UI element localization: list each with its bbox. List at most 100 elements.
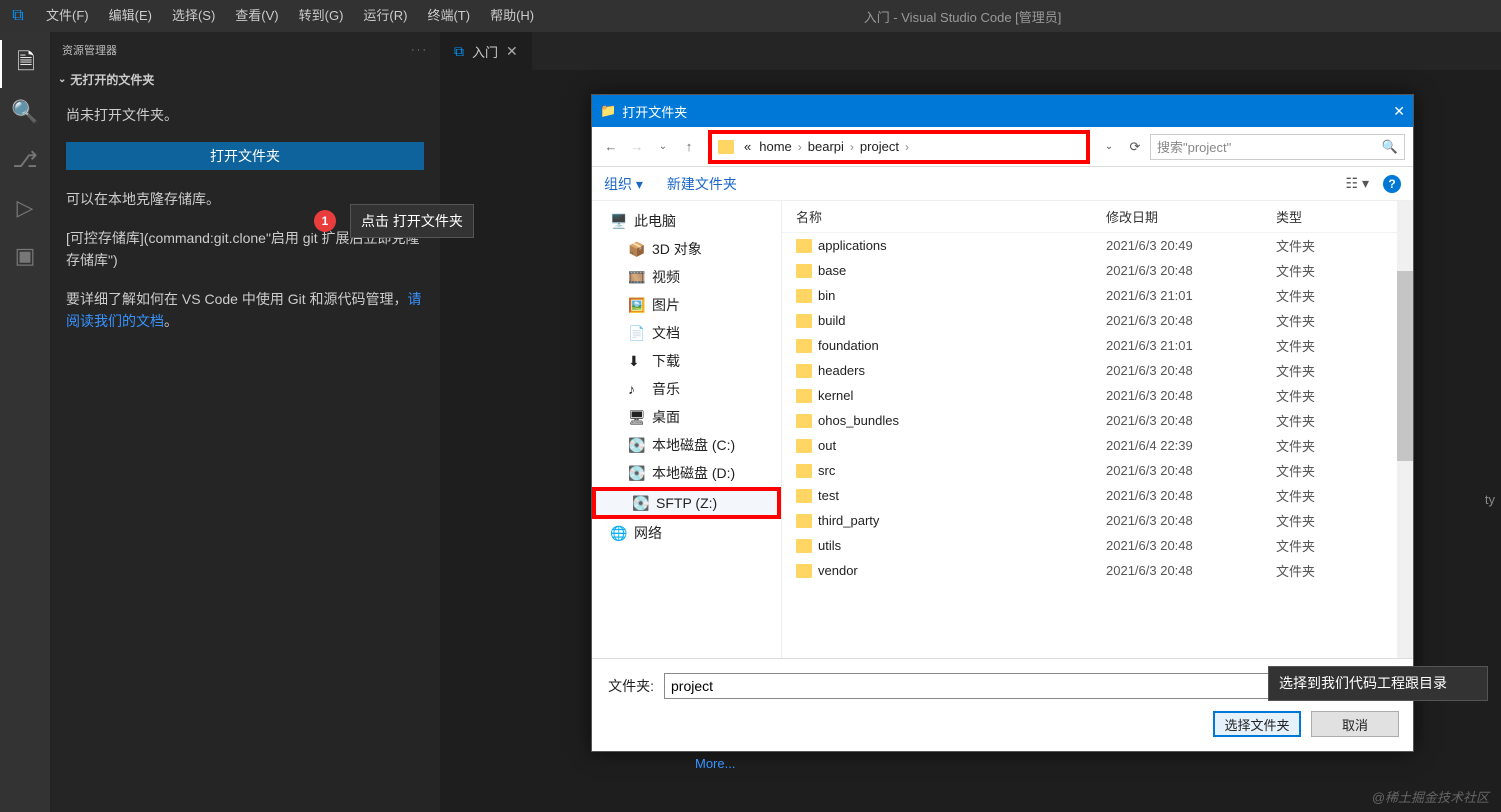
view-mode-icon[interactable]: ☷ ▾ bbox=[1346, 175, 1369, 192]
tree-item[interactable]: 🖥️ 此电脑 bbox=[592, 207, 781, 235]
tree-item-icon: 🖥️ bbox=[610, 213, 628, 229]
tree-item[interactable]: 💽本地磁盘 (C:) bbox=[592, 431, 781, 459]
file-date: 2021/6/3 20:48 bbox=[1106, 538, 1276, 553]
breadcrumb-item[interactable]: project bbox=[856, 139, 903, 154]
up-icon[interactable]: ↑ bbox=[678, 136, 700, 158]
refresh-icon[interactable]: ⟳ bbox=[1124, 139, 1146, 155]
tree-item[interactable]: ♪音乐 bbox=[592, 375, 781, 403]
file-date: 2021/6/3 21:01 bbox=[1106, 338, 1276, 353]
breadcrumb-dropdown-icon[interactable]: ⌄ bbox=[1098, 141, 1120, 152]
tree-item-label: 本地磁盘 (C:) bbox=[652, 435, 735, 455]
scrollbar-thumb[interactable] bbox=[1397, 271, 1413, 461]
file-type: 文件夹 bbox=[1276, 286, 1356, 305]
no-folder-text: 尚未打开文件夹。 bbox=[66, 104, 424, 126]
nav-tree: 🖥️此电脑📦3D 对象🎞️视频🖼️图片📄文档⬇下载♪音乐🖥桌面💽本地磁盘 (C:… bbox=[592, 201, 782, 658]
menu-item[interactable]: 帮助(H) bbox=[480, 0, 544, 32]
breadcrumb-item[interactable]: home bbox=[755, 139, 796, 154]
cancel-button[interactable]: 取消 bbox=[1311, 711, 1399, 737]
file-name: bin bbox=[818, 288, 835, 303]
file-row[interactable]: ohos_bundles2021/6/3 20:48文件夹 bbox=[782, 408, 1413, 433]
search-input[interactable]: 搜索"project" 🔍 bbox=[1150, 134, 1405, 160]
organize-button[interactable]: 组织 ▾ bbox=[604, 174, 643, 194]
col-type[interactable]: 类型 bbox=[1276, 207, 1356, 226]
file-row[interactable]: headers2021/6/3 20:48文件夹 bbox=[782, 358, 1413, 383]
column-headers[interactable]: 名称 修改日期 类型 bbox=[782, 201, 1413, 233]
file-row[interactable]: src2021/6/3 20:48文件夹 bbox=[782, 458, 1413, 483]
debug-icon[interactable]: ▷ bbox=[0, 184, 50, 232]
file-row[interactable]: build2021/6/3 20:48文件夹 bbox=[782, 308, 1413, 333]
source-control-icon[interactable]: ⎇ bbox=[0, 136, 50, 184]
open-folder-button[interactable]: 打开文件夹 bbox=[66, 142, 424, 170]
menu-item[interactable]: 编辑(E) bbox=[99, 0, 162, 32]
close-icon[interactable]: ✕ bbox=[506, 43, 518, 60]
dialog-toolbar: 组织 ▾ 新建文件夹 ☷ ▾ ? bbox=[592, 167, 1413, 201]
tree-item[interactable]: 📄文档 bbox=[592, 319, 781, 347]
more-icon[interactable]: ··· bbox=[411, 44, 428, 56]
tree-item-icon: 🖼️ bbox=[628, 297, 646, 313]
tree-item-label: 本地磁盘 (D:) bbox=[652, 463, 735, 483]
annotation-tip-1: 点击 打开文件夹 bbox=[350, 204, 474, 238]
file-row[interactable]: out2021/6/4 22:39文件夹 bbox=[782, 433, 1413, 458]
menu-item[interactable]: 文件(F) bbox=[36, 0, 99, 32]
new-folder-button[interactable]: 新建文件夹 bbox=[667, 174, 737, 194]
menu-item[interactable]: 运行(R) bbox=[353, 0, 417, 32]
tab-welcome[interactable]: ⧉ 入门 ✕ bbox=[440, 32, 532, 70]
tree-item-label: 此电脑 bbox=[634, 211, 676, 231]
col-name[interactable]: 名称 bbox=[796, 207, 1106, 226]
tree-item-icon: 💽 bbox=[632, 495, 650, 511]
activity-bar: 🗎 🔍 ⎇ ▷ ▣ bbox=[0, 32, 50, 812]
dialog-close-icon[interactable]: ✕ bbox=[1393, 103, 1405, 120]
file-row[interactable]: kernel2021/6/3 20:48文件夹 bbox=[782, 383, 1413, 408]
recent-chevron-icon[interactable]: ⌄ bbox=[652, 136, 674, 158]
section-folder[interactable]: ⌄ 无打开的文件夹 bbox=[50, 67, 440, 92]
tree-item[interactable]: 🖼️图片 bbox=[592, 291, 781, 319]
dialog-titlebar[interactable]: 📁打开文件夹 ✕ bbox=[592, 95, 1413, 127]
breadcrumb[interactable]: « home›bearpi›project› bbox=[708, 130, 1090, 164]
help-icon[interactable]: ? bbox=[1383, 175, 1401, 193]
file-type: 文件夹 bbox=[1276, 361, 1356, 380]
file-type: 文件夹 bbox=[1276, 261, 1356, 280]
file-row[interactable]: base2021/6/3 20:48文件夹 bbox=[782, 258, 1413, 283]
tree-item[interactable]: 🌐网络 bbox=[592, 519, 781, 547]
file-row[interactable]: third_party2021/6/3 20:48文件夹 bbox=[782, 508, 1413, 533]
menu-item[interactable]: 选择(S) bbox=[162, 0, 225, 32]
file-row[interactable]: foundation2021/6/3 21:01文件夹 bbox=[782, 333, 1413, 358]
annotation-tip-2: 选择到我们代码工程跟目录 bbox=[1268, 666, 1488, 701]
open-folder-dialog: 📁打开文件夹 ✕ ← → ⌄ ↑ « home›bearpi›project› … bbox=[591, 94, 1414, 752]
menu-item[interactable]: 终端(T) bbox=[417, 0, 480, 32]
tree-item[interactable]: 📦3D 对象 bbox=[592, 235, 781, 263]
more-link[interactable]: More... bbox=[695, 756, 735, 771]
dialog-title: 打开文件夹 bbox=[622, 102, 687, 121]
file-row[interactable]: bin2021/6/3 21:01文件夹 bbox=[782, 283, 1413, 308]
breadcrumb-item[interactable]: bearpi bbox=[804, 139, 848, 154]
explorer-icon[interactable]: 🗎 bbox=[0, 40, 50, 88]
back-icon[interactable]: ← bbox=[600, 136, 622, 158]
file-type: 文件夹 bbox=[1276, 411, 1356, 430]
tree-item[interactable]: 💽SFTP (Z:) bbox=[592, 487, 781, 519]
tree-item[interactable]: ⬇下载 bbox=[592, 347, 781, 375]
file-row[interactable]: test2021/6/3 20:48文件夹 bbox=[782, 483, 1413, 508]
search-icon[interactable]: 🔍 bbox=[0, 88, 50, 136]
col-date[interactable]: 修改日期 bbox=[1106, 207, 1276, 226]
tree-item[interactable]: 🎞️视频 bbox=[592, 263, 781, 291]
file-type: 文件夹 bbox=[1276, 486, 1356, 505]
file-row[interactable]: utils2021/6/3 20:48文件夹 bbox=[782, 533, 1413, 558]
chevron-down-icon: ⌄ bbox=[58, 74, 66, 85]
file-name: vendor bbox=[818, 563, 858, 578]
tab-label: 入门 bbox=[472, 42, 498, 61]
tree-item[interactable]: 💽 本地磁盘 (D:) bbox=[592, 459, 781, 487]
forward-icon[interactable]: → bbox=[626, 136, 648, 158]
file-date: 2021/6/3 20:48 bbox=[1106, 313, 1276, 328]
menu-item[interactable]: 查看(V) bbox=[225, 0, 288, 32]
folder-icon bbox=[796, 289, 812, 303]
tree-item[interactable]: 🖥桌面 bbox=[592, 403, 781, 431]
tree-item-icon: 💽 bbox=[628, 465, 646, 481]
select-folder-button[interactable]: 选择文件夹 bbox=[1213, 711, 1301, 737]
folder-mini-icon bbox=[718, 140, 734, 154]
menu-item[interactable]: 转到(G) bbox=[289, 0, 354, 32]
file-type: 文件夹 bbox=[1276, 536, 1356, 555]
file-date: 2021/6/3 20:48 bbox=[1106, 413, 1276, 428]
file-row[interactable]: vendor2021/6/3 20:48文件夹 bbox=[782, 558, 1413, 583]
extensions-icon[interactable]: ▣ bbox=[0, 232, 50, 280]
file-row[interactable]: applications2021/6/3 20:49文件夹 bbox=[782, 233, 1413, 258]
